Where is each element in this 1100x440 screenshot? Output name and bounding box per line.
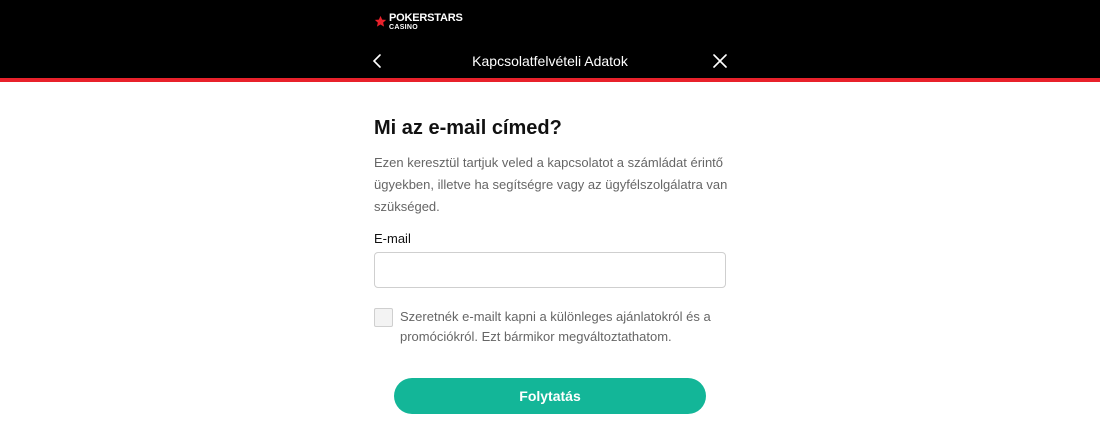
close-icon — [713, 54, 727, 68]
page-header-title: Kapcsolatfelvételi Adatok — [472, 53, 628, 69]
back-button[interactable] — [368, 52, 386, 70]
continue-button[interactable]: Folytatás — [394, 378, 706, 414]
marketing-consent-label[interactable]: Szeretnék e-mailt kapni a különleges ajá… — [400, 307, 720, 347]
star-icon — [374, 15, 387, 27]
top-bar: POKERSTARS CASINO Kapcsolatfelvételi Ada… — [0, 0, 1100, 78]
accent-divider — [0, 78, 1100, 82]
form-description: Ezen keresztül tartjuk veled a kapcsolat… — [374, 155, 728, 214]
logo-main-text: POKERSTARS — [389, 12, 463, 24]
logo-sub-text: CASINO — [389, 24, 419, 31]
chevron-left-icon — [372, 54, 381, 68]
pokerstars-casino-logo[interactable]: POKERSTARS CASINO — [374, 13, 463, 33]
close-button[interactable] — [711, 52, 729, 70]
email-label: E-mail — [374, 231, 411, 246]
marketing-consent-checkbox[interactable] — [374, 308, 393, 327]
email-field[interactable] — [374, 252, 726, 288]
page-title: Mi az e-mail címed? — [374, 117, 562, 139]
